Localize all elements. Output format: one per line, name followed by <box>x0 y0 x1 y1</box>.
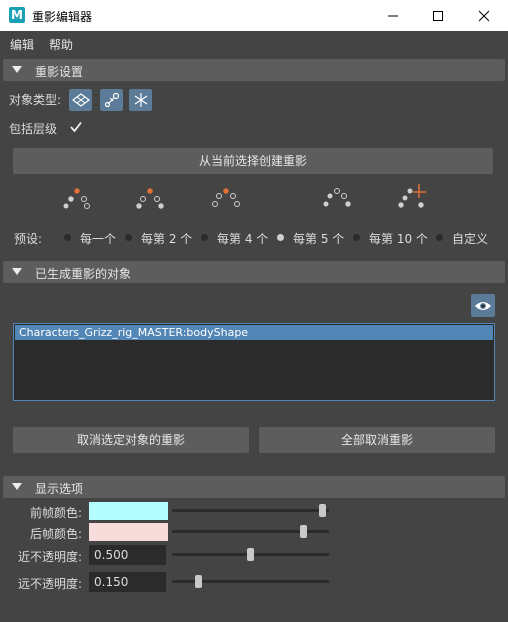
post-frame-color-label: 后帧颜色: <box>29 527 82 541</box>
title-bar: M 重影编辑器 <box>0 0 508 31</box>
mesh-icon <box>71 93 90 107</box>
near-opacity-slider-thumb[interactable] <box>247 548 254 561</box>
joint-type-button[interactable] <box>100 89 123 111</box>
close-icon <box>478 10 490 21</box>
preset-every-5th-icon <box>323 188 351 207</box>
minimize-button[interactable] <box>370 0 416 31</box>
pre-frame-color-slider-thumb[interactable] <box>319 504 326 517</box>
preset-every-10th-icon <box>398 184 426 208</box>
presets-label: 预设: <box>14 232 43 246</box>
object-type-label: 对象类型: <box>9 93 62 107</box>
preset-every-frame-icon <box>63 188 90 209</box>
include-hierarchy-label: 包括层级 <box>9 122 58 136</box>
show-ghosts-toggle[interactable] <box>471 294 495 317</box>
section-ghost-settings-label: 重影设置 <box>35 65 84 79</box>
preset-label-custom: 自定义 <box>452 232 489 246</box>
menu-edit[interactable]: 编辑 <box>10 36 34 53</box>
preset-radio-every-2[interactable] <box>125 234 132 241</box>
preset-every-4th-icon <box>212 188 240 207</box>
window-title: 重影编辑器 <box>32 10 93 24</box>
preset-label-every-5: 每第 5 个 <box>293 232 345 246</box>
maximize-icon <box>433 10 443 21</box>
preset-radio-every-1[interactable] <box>64 234 71 241</box>
section-ghosted-objects-label: 已生成重影的对象 <box>35 267 132 281</box>
preset-radio-every-10[interactable] <box>353 234 360 241</box>
section-ghosted-objects[interactable]: 已生成重影的对象 <box>3 261 505 283</box>
preset-label-every-2: 每第 2 个 <box>141 232 193 246</box>
post-frame-color-swatch[interactable] <box>89 523 168 541</box>
collapse-triangle-icon <box>12 483 22 490</box>
far-opacity-slider-thumb[interactable] <box>194 575 202 588</box>
preset-label-every-4: 每第 4 个 <box>217 232 269 246</box>
eye-icon <box>475 301 491 310</box>
far-opacity-field[interactable]: 0.150 <box>89 572 166 592</box>
minimize-icon <box>388 15 398 16</box>
menu-bar: 编辑 帮助 <box>0 31 508 55</box>
preset-every-2nd-icon <box>136 188 164 209</box>
far-opacity-label: 远不透明度: <box>17 577 82 591</box>
preset-radio-custom[interactable] <box>436 234 443 241</box>
preset-radio-every-5[interactable] <box>277 234 284 241</box>
section-ghost-settings[interactable]: 重影设置 <box>3 59 505 81</box>
create-ghost-button[interactable]: 从当前选择创建重影 <box>13 148 493 174</box>
collapse-triangle-icon <box>12 66 22 73</box>
preset-label-every-1: 每一个 <box>80 232 117 246</box>
unghost-selected-button[interactable]: 取消选定对象的重影 <box>13 427 249 453</box>
close-button[interactable] <box>461 0 507 31</box>
near-opacity-field[interactable]: 0.500 <box>89 545 166 565</box>
section-display-options[interactable]: 显示选项 <box>3 476 505 498</box>
ghosted-objects-list[interactable]: Characters_Grizz_rig_MASTER:bodyShape <box>13 323 495 401</box>
post-frame-color-slider-thumb[interactable] <box>299 525 307 538</box>
list-item[interactable]: Characters_Grizz_rig_MASTER:bodyShape <box>15 325 493 340</box>
pre-frame-color-label: 前帧颜色: <box>29 506 82 520</box>
preset-radio-every-4[interactable] <box>201 234 208 241</box>
near-opacity-label: 近不透明度: <box>17 550 82 564</box>
checkmark-icon <box>70 121 82 133</box>
pre-frame-color-slider[interactable] <box>172 509 329 512</box>
unghost-all-button[interactable]: 全部取消重影 <box>259 427 495 453</box>
maya-app-icon: M <box>9 7 25 23</box>
maximize-button[interactable] <box>415 0 461 31</box>
locator-type-button[interactable] <box>129 89 152 111</box>
mesh-type-button[interactable] <box>69 89 92 111</box>
section-display-options-label: 显示选项 <box>35 482 84 496</box>
collapse-triangle-icon <box>12 268 22 275</box>
include-hierarchy-checkbox[interactable] <box>69 120 83 134</box>
preset-label-every-10: 每第 10 个 <box>369 232 428 246</box>
joint-icon <box>104 92 119 108</box>
locator-icon <box>134 93 147 107</box>
pre-frame-color-swatch[interactable] <box>89 502 168 520</box>
menu-help[interactable]: 帮助 <box>49 36 73 53</box>
